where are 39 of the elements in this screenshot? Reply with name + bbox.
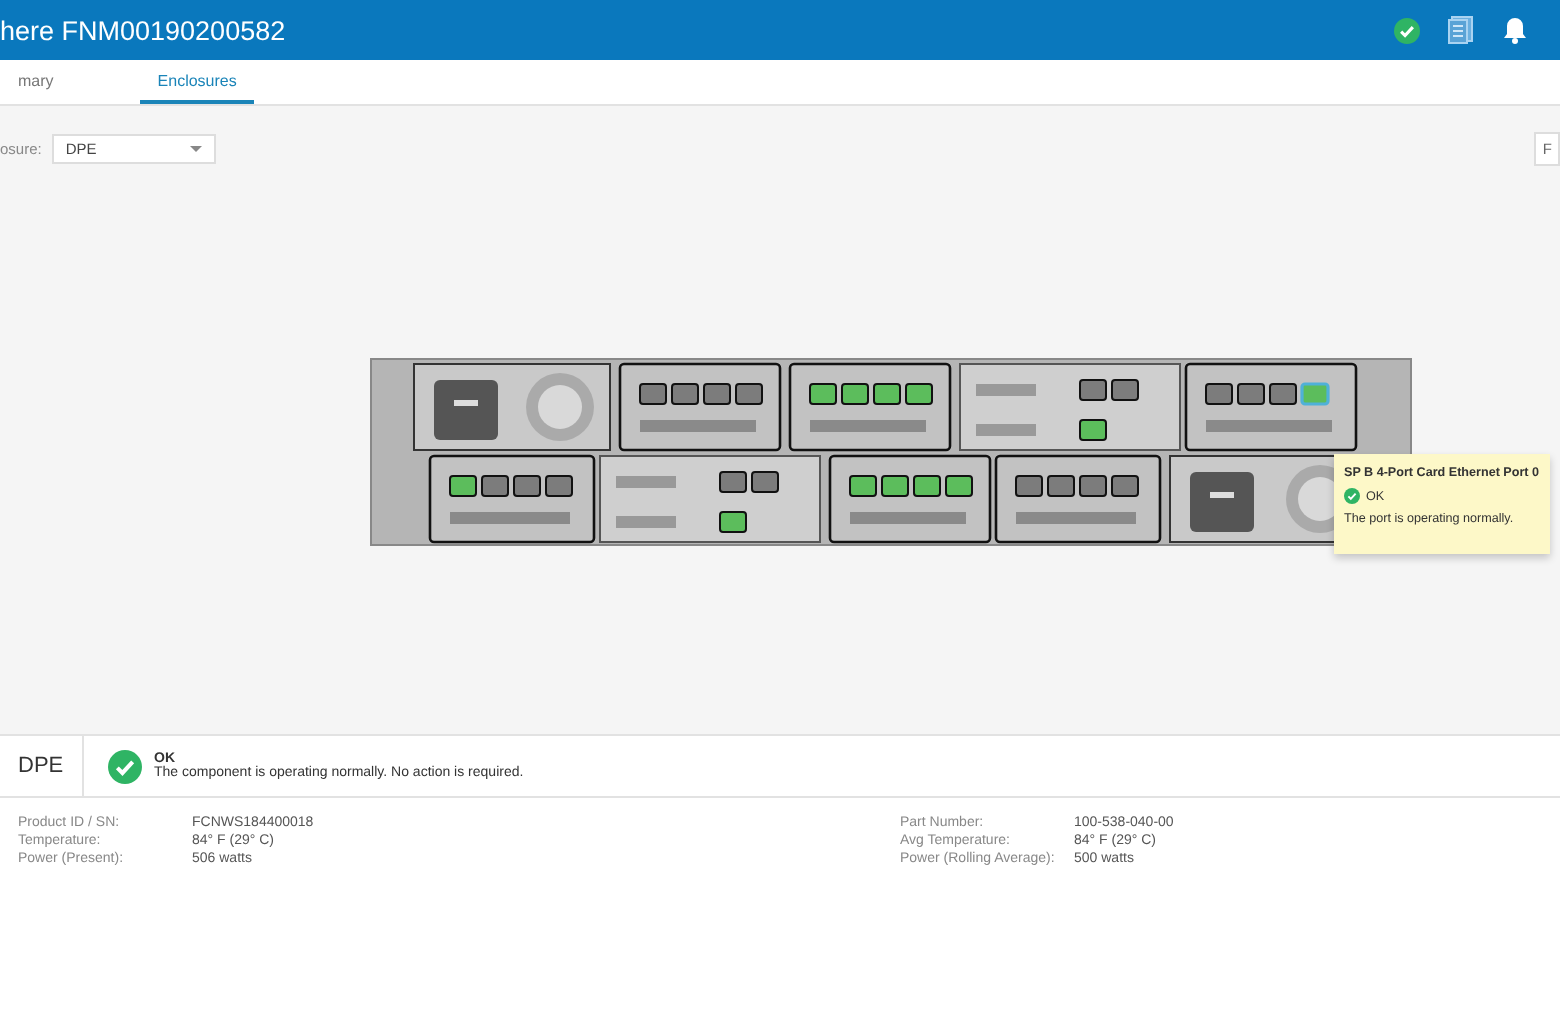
ethernet-port[interactable] [1015, 475, 1043, 497]
power-supply[interactable] [413, 363, 611, 451]
ethernet-port[interactable] [873, 383, 901, 405]
ethernet-port[interactable] [719, 471, 747, 493]
ethernet-port[interactable] [639, 383, 667, 405]
ethernet-port[interactable] [913, 475, 941, 497]
document-icon[interactable] [1448, 16, 1474, 44]
ethernet-port[interactable] [1237, 383, 1265, 405]
tab[interactable]: mary [0, 60, 72, 104]
ethernet-port[interactable] [481, 475, 509, 497]
status-ok-icon [1394, 17, 1420, 43]
ethernet-port[interactable] [513, 475, 541, 497]
ethernet-port[interactable] [905, 383, 933, 405]
ethernet-port[interactable] [881, 475, 909, 497]
page-title: here FNM00190200582 [0, 15, 288, 45]
ethernet-port[interactable] [671, 383, 699, 405]
ethernet-port[interactable] [1079, 419, 1107, 441]
ethernet-port[interactable] [809, 383, 837, 405]
ethernet-port[interactable] [945, 475, 973, 497]
ethernet-port[interactable] [849, 475, 877, 497]
bell-icon[interactable] [1502, 16, 1528, 44]
component-name: DPE [0, 736, 84, 796]
ethernet-port[interactable] [751, 471, 779, 493]
ethernet-port[interactable] [735, 383, 763, 405]
ethernet-port[interactable] [703, 383, 731, 405]
ethernet-port[interactable] [719, 511, 747, 533]
ethernet-port[interactable] [1047, 475, 1075, 497]
ethernet-port[interactable] [1079, 379, 1107, 401]
ethernet-port[interactable] [1269, 383, 1297, 405]
ethernet-port[interactable] [1111, 379, 1139, 401]
ethernet-port[interactable] [545, 475, 573, 497]
ok-icon [1344, 488, 1360, 504]
ethernet-port[interactable] [1205, 383, 1233, 405]
caret-icon [189, 145, 202, 153]
ethernet-port[interactable] [841, 383, 869, 405]
ethernet-port[interactable] [1111, 475, 1139, 497]
ok-icon [108, 749, 142, 783]
ethernet-port[interactable] [1079, 475, 1107, 497]
ethernet-port[interactable] [449, 475, 477, 497]
